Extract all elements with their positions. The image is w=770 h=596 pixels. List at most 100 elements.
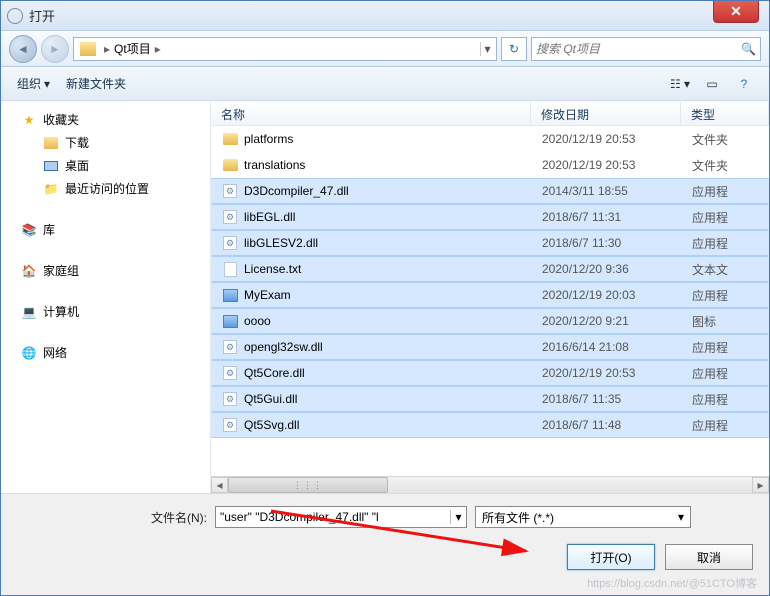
column-name[interactable]: 名称 xyxy=(211,102,531,125)
file-name: opengl32sw.dll xyxy=(244,340,323,354)
star-icon: ★ xyxy=(21,112,37,128)
file-date: 2020/12/19 20:53 xyxy=(532,158,682,172)
file-row[interactable]: platforms2020/12/19 20:53文件夹 xyxy=(211,126,769,152)
view-options-button[interactable]: ☷ ▾ xyxy=(667,73,693,95)
file-type: 文本文 xyxy=(682,261,768,278)
file-name: Qt5Core.dll xyxy=(244,366,305,380)
file-type: 应用程 xyxy=(682,183,768,200)
sidebar-homegroup[interactable]: 🏠家庭组 xyxy=(1,259,210,282)
column-headers: 名称 修改日期 类型 xyxy=(211,102,769,126)
file-name: MyExam xyxy=(244,288,291,302)
folder-icon xyxy=(44,137,58,149)
file-row[interactable]: oooo 2020/12/20 9:21图标 xyxy=(211,308,769,334)
file-row[interactable]: ⚙libEGL.dll2018/6/7 11:31应用程 xyxy=(211,204,769,230)
file-name: oooo xyxy=(244,314,271,328)
file-list: 名称 修改日期 类型 platforms2020/12/19 20:53文件夹t… xyxy=(211,102,769,493)
footer: 文件名(N): ▾ 所有文件 (*.*) ▾ 打开(O) 取消 xyxy=(1,493,769,595)
folder-icon xyxy=(80,42,96,56)
new-folder-button[interactable]: 新建文件夹 xyxy=(62,73,130,94)
sidebar-item-desktop[interactable]: 桌面 xyxy=(1,154,210,177)
file-type: 应用程 xyxy=(682,209,768,226)
file-type: 应用程 xyxy=(682,391,768,408)
preview-pane-button[interactable]: ▭ xyxy=(699,73,725,95)
horizontal-scrollbar[interactable]: ◂ ⋮⋮⋮ ▸ xyxy=(211,476,769,493)
scroll-left-arrow[interactable]: ◂ xyxy=(211,477,228,493)
column-type[interactable]: 类型 xyxy=(681,102,769,125)
computer-icon: 💻 xyxy=(21,304,37,320)
chevron-right-icon: ▸ xyxy=(155,42,161,56)
homegroup-icon: 🏠 xyxy=(21,263,37,279)
sidebar-item-downloads[interactable]: 下载 xyxy=(1,131,210,154)
close-button[interactable]: ✕ xyxy=(713,1,759,23)
scroll-right-arrow[interactable]: ▸ xyxy=(752,477,769,493)
back-button[interactable]: ◄ xyxy=(9,35,37,63)
chevron-right-icon: ▸ xyxy=(104,42,110,56)
file-date: 2018/6/7 11:48 xyxy=(532,418,682,432)
file-date: 2018/6/7 11:30 xyxy=(532,236,682,250)
sidebar-libraries[interactable]: 📚库 xyxy=(1,218,210,241)
breadcrumb[interactable]: ▸ Qt项目 ▸ ▾ xyxy=(73,37,497,61)
filename-label: 文件名(N): xyxy=(151,509,207,526)
sidebar-item-recent[interactable]: 📁最近访问的位置 xyxy=(1,177,210,200)
column-date[interactable]: 修改日期 xyxy=(531,102,681,125)
desktop-icon xyxy=(44,161,58,171)
breadcrumb-folder[interactable]: Qt项目 xyxy=(114,40,151,57)
sidebar: ★收藏夹 下载 桌面 📁最近访问的位置 📚库 🏠家庭组 💻计算机 🌐网络 xyxy=(1,102,211,493)
file-row[interactable]: MyExam2020/12/19 20:03应用程 xyxy=(211,282,769,308)
file-row[interactable]: ⚙D3Dcompiler_47.dll2014/3/11 18:55应用程 xyxy=(211,178,769,204)
file-name: Qt5Svg.dll xyxy=(244,418,299,432)
open-dialog-window: 打开 ✕ ◄ ► ▸ Qt项目 ▸ ▾ ↻ 🔍 组织 ▾ 新建文件夹 ☷ ▾ ▭… xyxy=(0,0,770,596)
file-date: 2014/3/11 18:55 xyxy=(532,184,682,198)
file-type: 应用程 xyxy=(682,417,768,434)
recent-icon: 📁 xyxy=(43,181,59,197)
filename-input[interactable] xyxy=(216,510,450,524)
filename-input-wrap: ▾ xyxy=(215,506,467,528)
file-date: 2018/6/7 11:35 xyxy=(532,392,682,406)
search-box[interactable]: 🔍 xyxy=(531,37,761,61)
sidebar-favorites[interactable]: ★收藏夹 xyxy=(1,108,210,131)
sidebar-computer[interactable]: 💻计算机 xyxy=(1,300,210,323)
sidebar-network[interactable]: 🌐网络 xyxy=(1,341,210,364)
open-button[interactable]: 打开(O) xyxy=(567,544,655,570)
file-row[interactable]: ⚙Qt5Gui.dll2018/6/7 11:35应用程 xyxy=(211,386,769,412)
file-type: 文件夹 xyxy=(682,157,768,174)
file-type: 文件夹 xyxy=(682,131,768,148)
file-type: 应用程 xyxy=(682,339,768,356)
search-input[interactable] xyxy=(536,42,741,56)
network-icon: 🌐 xyxy=(21,345,37,361)
file-date: 2020/12/19 20:53 xyxy=(532,366,682,380)
file-row[interactable]: ⚙Qt5Svg.dll2018/6/7 11:48应用程 xyxy=(211,412,769,438)
file-row[interactable]: ⚙libGLESV2.dll2018/6/7 11:30应用程 xyxy=(211,230,769,256)
file-rows[interactable]: platforms2020/12/19 20:53文件夹translations… xyxy=(211,126,769,476)
breadcrumb-dropdown[interactable]: ▾ xyxy=(480,42,494,56)
window-title: 打开 xyxy=(29,6,55,25)
refresh-button[interactable]: ↻ xyxy=(501,37,527,61)
file-type: 应用程 xyxy=(682,365,768,382)
chevron-down-icon: ▾ xyxy=(678,510,684,524)
file-date: 2020/12/20 9:21 xyxy=(532,314,682,328)
file-name: D3Dcompiler_47.dll xyxy=(244,184,349,198)
file-date: 2020/12/20 9:36 xyxy=(532,262,682,276)
forward-button[interactable]: ► xyxy=(41,35,69,63)
file-row[interactable]: ⚙opengl32sw.dll2016/6/14 21:08应用程 xyxy=(211,334,769,360)
file-name: Qt5Gui.dll xyxy=(244,392,297,406)
file-name: translations xyxy=(244,158,305,172)
filter-select[interactable]: 所有文件 (*.*) ▾ xyxy=(475,506,691,528)
organize-menu[interactable]: 组织 ▾ xyxy=(13,73,54,94)
file-type: 应用程 xyxy=(682,287,768,304)
navbar: ◄ ► ▸ Qt项目 ▸ ▾ ↻ 🔍 xyxy=(1,31,769,67)
file-type: 图标 xyxy=(682,313,768,330)
file-name: libGLESV2.dll xyxy=(244,236,318,250)
filter-label: 所有文件 (*.*) xyxy=(482,509,554,526)
filename-dropdown[interactable]: ▾ xyxy=(450,510,466,524)
file-row[interactable]: License.txt 2020/12/20 9:36文本文 xyxy=(211,256,769,282)
scroll-thumb[interactable]: ⋮⋮⋮ xyxy=(228,477,388,493)
file-row[interactable]: ⚙Qt5Core.dll2020/12/19 20:53应用程 xyxy=(211,360,769,386)
libraries-icon: 📚 xyxy=(21,222,37,238)
help-button[interactable]: ? xyxy=(731,73,757,95)
file-name: License.txt xyxy=(244,262,301,276)
cancel-button[interactable]: 取消 xyxy=(665,544,753,570)
file-name: platforms xyxy=(244,132,293,146)
file-row[interactable]: translations 2020/12/19 20:53文件夹 xyxy=(211,152,769,178)
titlebar[interactable]: 打开 ✕ xyxy=(1,1,769,31)
